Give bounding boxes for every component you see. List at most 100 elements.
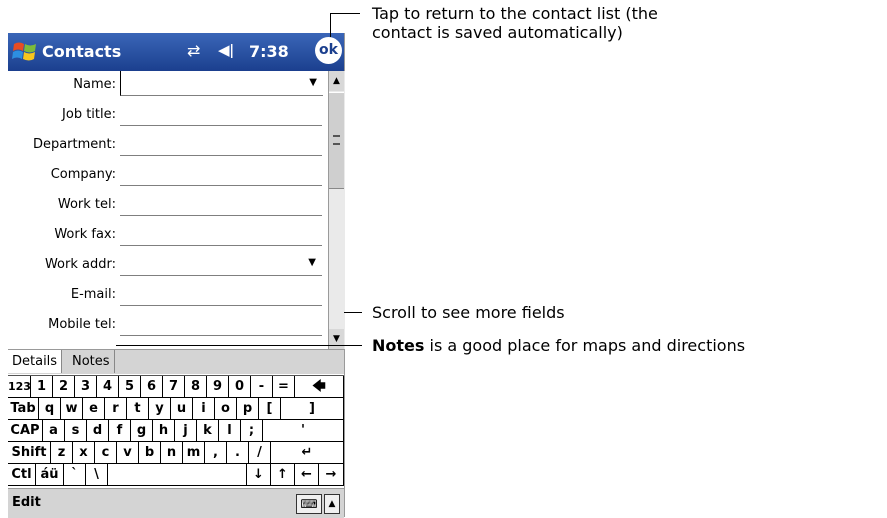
key[interactable]: z [51,442,73,464]
key-123[interactable]: 123 [8,376,31,398]
key[interactable]: n [161,442,183,464]
key[interactable]: 1 [31,376,53,398]
field-row-mobile-tel: Mobile tel: [8,311,328,339]
keyboard-row-5: Ctl áü ` \ ↓ ↑ ← → [8,464,344,486]
key[interactable]: 3 [75,376,97,398]
field-row-work-tel: Work tel: [8,191,328,219]
key[interactable]: 4 [97,376,119,398]
company-field[interactable] [120,161,322,186]
key[interactable]: c [95,442,117,464]
up-arrow-key[interactable]: ↑ [271,464,295,486]
key[interactable]: 9 [207,376,229,398]
work-addr-field[interactable]: ▼ [120,251,322,276]
keyboard-icon[interactable]: ⌨ [296,494,322,514]
key[interactable]: g [131,420,153,442]
space-key[interactable] [108,464,247,486]
key[interactable]: w [61,398,83,420]
key[interactable]: f [109,420,131,442]
key[interactable]: t [127,398,149,420]
key[interactable]: x [73,442,95,464]
key[interactable]: s [65,420,87,442]
key[interactable]: q [39,398,61,420]
field-label: Name: [73,77,116,92]
right-arrow-key[interactable]: → [319,464,344,486]
key[interactable]: j [175,420,197,442]
accent-key[interactable]: áü [36,464,64,486]
backspace-key[interactable]: 🡄 [295,376,344,398]
key[interactable]: / [249,442,271,464]
down-arrow-key[interactable]: ↓ [247,464,271,486]
left-arrow-key[interactable]: ← [295,464,319,486]
work-tel-field[interactable] [120,191,322,216]
key[interactable]: y [149,398,171,420]
key[interactable]: a [43,420,65,442]
connectivity-icon[interactable]: ⇄ [187,41,200,60]
key[interactable]: \ [86,464,108,486]
key[interactable]: i [193,398,215,420]
callout-ok: Tap to return to the contact list (the c… [372,4,658,42]
ctrl-key[interactable]: Ctl [8,464,36,486]
key[interactable]: b [139,442,161,464]
clock[interactable]: 7:38 [249,42,289,61]
key[interactable]: l [219,420,241,442]
key[interactable]: ; [241,420,263,442]
key[interactable]: 0 [229,376,251,398]
keyboard-row-4: Shift z x c v b n m , . / ↵ [8,442,344,464]
field-row-work-fax: Work fax: [8,221,328,249]
scroll-thumb[interactable] [329,92,344,189]
callout-line-scroll [344,312,362,313]
dropdown-arrow-icon[interactable]: ▼ [308,257,316,268]
key[interactable]: . [227,442,249,464]
speaker-icon[interactable]: ◀ǀ [218,41,234,59]
key[interactable]: ' [263,420,344,442]
contact-form: Name: ▼ Job title: Department: Company: … [8,71,328,349]
key[interactable]: u [171,398,193,420]
key[interactable]: 7 [163,376,185,398]
scroll-down-arrow-icon[interactable]: ▼ [329,329,344,349]
key[interactable]: = [273,376,295,398]
dropdown-arrow-icon[interactable]: ▼ [309,77,317,88]
vertical-scrollbar[interactable]: ▲ ▼ [328,71,345,349]
key[interactable]: 6 [141,376,163,398]
keyboard-row-3: CAP a s d f g h j k l ; ' [8,420,344,442]
soft-keyboard: 123 1 2 3 4 5 6 7 8 9 0 - = 🡄 Tab q w e … [8,375,344,487]
tab-details[interactable]: Details [8,350,63,373]
job-title-field[interactable] [120,101,322,126]
key[interactable]: ] [281,398,344,420]
tab-notes[interactable]: Notes [68,350,115,373]
key[interactable]: 5 [119,376,141,398]
key[interactable]: ` [64,464,86,486]
key[interactable]: v [117,442,139,464]
key[interactable]: 2 [53,376,75,398]
tab-key[interactable]: Tab [8,398,39,420]
ok-button[interactable]: ok [315,37,342,64]
mobile-tel-field[interactable] [120,311,322,336]
pda-screen: Contacts ⇄ ◀ǀ 7:38 ok Name: ▼ Job title:… [8,33,345,518]
key[interactable]: m [183,442,205,464]
key[interactable]: d [87,420,109,442]
windows-flag-icon[interactable] [11,39,39,65]
key[interactable]: p [237,398,259,420]
key[interactable]: k [197,420,219,442]
key[interactable]: r [105,398,127,420]
enter-key[interactable]: ↵ [271,442,344,464]
caps-key[interactable]: CAP [8,420,43,442]
key[interactable]: e [83,398,105,420]
edit-menu[interactable]: Edit [12,495,41,510]
field-row-name: Name: ▼ [8,71,328,99]
department-field[interactable] [120,131,322,156]
shift-key[interactable]: Shift [8,442,51,464]
input-panel-arrow-icon[interactable]: ▲ [324,494,340,514]
key[interactable]: 8 [185,376,207,398]
field-row-job-title: Job title: [8,101,328,129]
scroll-up-arrow-icon[interactable]: ▲ [329,71,344,91]
email-field[interactable] [120,281,322,306]
callout-ok-line1: Tap to return to the contact list (the [372,4,658,23]
name-field[interactable]: ▼ [120,71,323,96]
key[interactable]: h [153,420,175,442]
key[interactable]: [ [259,398,281,420]
key[interactable]: - [251,376,273,398]
key[interactable]: o [215,398,237,420]
key[interactable]: , [205,442,227,464]
work-fax-field[interactable] [120,221,322,246]
